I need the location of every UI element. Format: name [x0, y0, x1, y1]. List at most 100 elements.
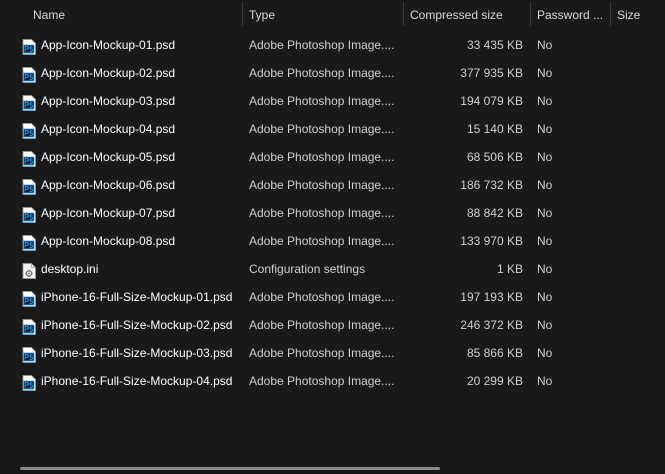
file-password-protected: No — [537, 374, 553, 388]
file-compressed-size: 88 842 KB — [466, 206, 523, 220]
file-row[interactable]: App-Icon-Mockup-02.psd Adobe Photoshop Im… — [0, 59, 665, 87]
file-password-protected: No — [537, 290, 553, 304]
file-row[interactable]: iPhone-16-Full-Size-Mockup-04.psd Adobe P… — [0, 367, 665, 395]
photoshop-file-icon — [22, 177, 36, 195]
column-header-size[interactable]: Size — [611, 0, 665, 30]
file-name-cell[interactable]: App-Icon-Mockup-06.psd — [0, 171, 243, 199]
file-name: App-Icon-Mockup-04.psd — [41, 122, 176, 136]
file-type: Configuration settings — [249, 262, 366, 276]
file-compressed-size: 1 KB — [496, 262, 523, 276]
file-type: Adobe Photoshop Image.... — [249, 318, 395, 332]
photoshop-file-icon — [22, 149, 36, 167]
sort-ascending-icon: ^ — [130, 0, 135, 5]
file-name: iPhone-16-Full-Size-Mockup-03.psd — [41, 346, 233, 360]
file-list-pane: ^ Name Type Compressed size Password ...… — [0, 0, 665, 474]
file-password-protected: No — [537, 318, 553, 332]
file-name: App-Icon-Mockup-08.psd — [41, 234, 176, 248]
file-type: Adobe Photoshop Image.... — [249, 374, 395, 388]
file-row[interactable]: App-Icon-Mockup-05.psd Adobe Photoshop Im… — [0, 143, 665, 171]
file-name-cell[interactable]: App-Icon-Mockup-04.psd — [0, 115, 243, 143]
file-compressed-size: 68 506 KB — [466, 150, 523, 164]
file-password-protected: No — [537, 150, 553, 164]
file-row[interactable]: App-Icon-Mockup-04.psd Adobe Photoshop Im… — [0, 115, 665, 143]
file-compressed-size: 133 970 KB — [460, 234, 523, 248]
file-type: Adobe Photoshop Image.... — [249, 66, 395, 80]
file-type: Adobe Photoshop Image.... — [249, 150, 395, 164]
file-password-protected: No — [537, 38, 553, 52]
file-password-protected: No — [537, 234, 553, 248]
column-header-password[interactable]: Password ... — [531, 0, 611, 30]
file-row[interactable]: App-Icon-Mockup-06.psd Adobe Photoshop Im… — [0, 171, 665, 199]
file-row[interactable]: App-Icon-Mockup-01.psd Adobe Photoshop Im… — [0, 31, 665, 59]
file-row[interactable]: iPhone-16-Full-Size-Mockup-01.psd Adobe P… — [0, 283, 665, 311]
photoshop-file-icon — [22, 205, 36, 223]
file-name-cell[interactable]: desktop.ini — [0, 255, 243, 283]
file-type: Adobe Photoshop Image.... — [249, 206, 395, 220]
file-name-cell[interactable]: App-Icon-Mockup-08.psd — [0, 227, 243, 255]
file-name: App-Icon-Mockup-06.psd — [41, 178, 176, 192]
file-type: Adobe Photoshop Image.... — [249, 346, 395, 360]
column-header-row: ^ Name Type Compressed size Password ...… — [0, 0, 665, 30]
file-name: App-Icon-Mockup-07.psd — [41, 206, 176, 220]
file-name: desktop.ini — [41, 262, 99, 276]
file-name-cell[interactable]: iPhone-16-Full-Size-Mockup-03.psd — [0, 339, 243, 367]
photoshop-file-icon — [22, 121, 36, 139]
file-list: App-Icon-Mockup-01.psd Adobe Photoshop Im… — [0, 31, 665, 395]
file-name: iPhone-16-Full-Size-Mockup-01.psd — [41, 290, 233, 304]
settings-file-icon — [22, 261, 36, 279]
file-type: Adobe Photoshop Image.... — [249, 290, 395, 304]
file-name-cell[interactable]: iPhone-16-Full-Size-Mockup-04.psd — [0, 367, 243, 395]
file-compressed-size: 197 193 KB — [460, 290, 523, 304]
file-row[interactable]: App-Icon-Mockup-03.psd Adobe Photoshop Im… — [0, 87, 665, 115]
file-compressed-size: 33 435 KB — [466, 38, 523, 52]
file-row[interactable]: desktop.ini Configuration settings 1 KB No — [0, 255, 665, 283]
file-row[interactable]: iPhone-16-Full-Size-Mockup-02.psd Adobe P… — [0, 311, 665, 339]
column-header-size-label: Size — [617, 8, 641, 22]
file-row[interactable]: App-Icon-Mockup-07.psd Adobe Photoshop Im… — [0, 199, 665, 227]
file-compressed-size: 377 935 KB — [460, 66, 523, 80]
file-name-cell[interactable]: App-Icon-Mockup-07.psd — [0, 199, 243, 227]
file-type: Adobe Photoshop Image.... — [249, 122, 395, 136]
column-header-name[interactable]: ^ Name — [0, 0, 243, 30]
file-type: Adobe Photoshop Image.... — [249, 94, 395, 108]
file-name-cell[interactable]: iPhone-16-Full-Size-Mockup-01.psd — [0, 283, 243, 311]
file-name-cell[interactable]: App-Icon-Mockup-05.psd — [0, 143, 243, 171]
file-compressed-size: 20 299 KB — [466, 374, 523, 388]
file-name-cell[interactable]: App-Icon-Mockup-02.psd — [0, 59, 243, 87]
column-header-password-label: Password ... — [537, 8, 604, 22]
photoshop-file-icon — [22, 373, 36, 391]
column-header-name-label: Name — [33, 8, 66, 22]
photoshop-file-icon — [22, 93, 36, 111]
column-header-compressed-size[interactable]: Compressed size — [404, 0, 531, 30]
file-compressed-size: 194 079 KB — [460, 94, 523, 108]
file-password-protected: No — [537, 66, 553, 80]
column-header-compressed-size-label: Compressed size — [410, 8, 503, 22]
file-password-protected: No — [537, 94, 553, 108]
file-name: iPhone-16-Full-Size-Mockup-02.psd — [41, 318, 233, 332]
photoshop-file-icon — [22, 37, 36, 55]
file-name-cell[interactable]: App-Icon-Mockup-03.psd — [0, 87, 243, 115]
column-header-type-label: Type — [249, 8, 276, 22]
file-name-cell[interactable]: iPhone-16-Full-Size-Mockup-02.psd — [0, 311, 243, 339]
file-row[interactable]: iPhone-16-Full-Size-Mockup-03.psd Adobe P… — [0, 339, 665, 367]
file-compressed-size: 15 140 KB — [466, 122, 523, 136]
photoshop-file-icon — [22, 233, 36, 251]
file-password-protected: No — [537, 346, 553, 360]
horizontal-scrollbar[interactable] — [0, 462, 665, 474]
file-name: App-Icon-Mockup-02.psd — [41, 66, 176, 80]
file-compressed-size: 85 866 KB — [466, 346, 523, 360]
file-password-protected: No — [537, 178, 553, 192]
file-name: App-Icon-Mockup-05.psd — [41, 150, 176, 164]
file-type: Adobe Photoshop Image.... — [249, 178, 395, 192]
file-name: App-Icon-Mockup-01.psd — [41, 38, 176, 52]
horizontal-scrollbar-thumb[interactable] — [20, 467, 440, 470]
file-password-protected: No — [537, 262, 553, 276]
column-header-type[interactable]: Type — [243, 0, 404, 30]
file-compressed-size: 186 732 KB — [460, 178, 523, 192]
file-row[interactable]: App-Icon-Mockup-08.psd Adobe Photoshop Im… — [0, 227, 665, 255]
photoshop-file-icon — [22, 65, 36, 83]
file-password-protected: No — [537, 122, 553, 136]
file-name-cell[interactable]: App-Icon-Mockup-01.psd — [0, 31, 243, 59]
file-compressed-size: 246 372 KB — [460, 318, 523, 332]
file-password-protected: No — [537, 206, 553, 220]
